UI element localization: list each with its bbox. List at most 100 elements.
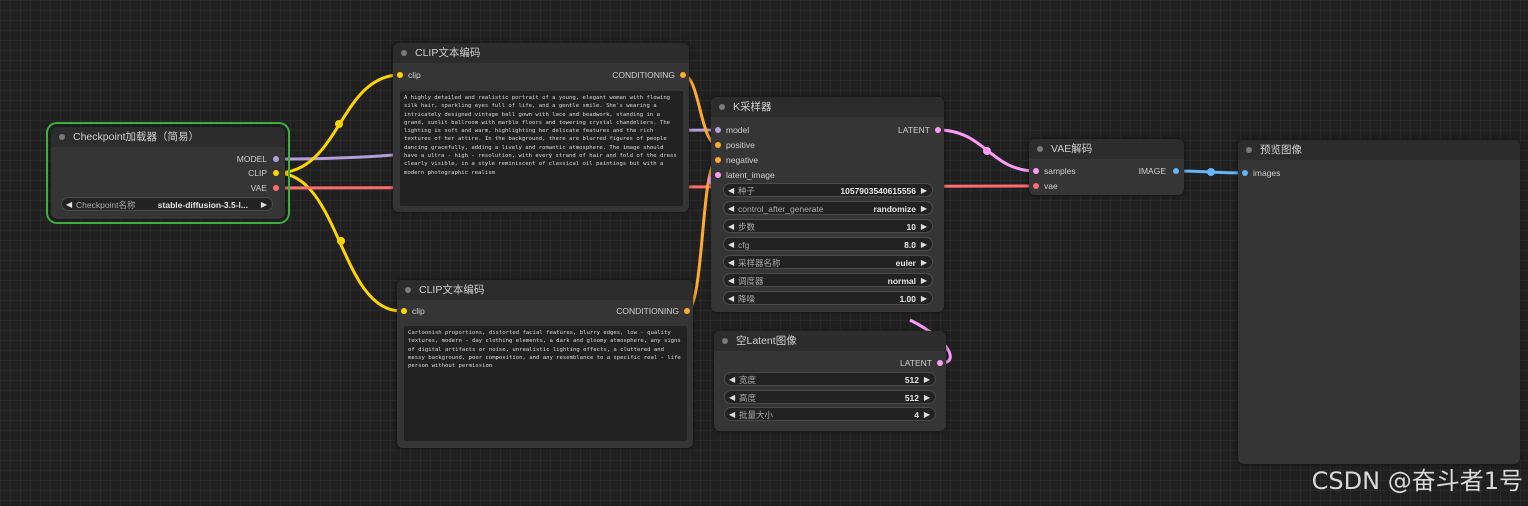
widget-label: 降噪: [738, 294, 756, 304]
prompt-textarea[interactable]: A highly detailed and realistic portrait…: [400, 91, 683, 206]
input-socket-model[interactable]: [715, 127, 721, 133]
arrow-left-icon[interactable]: ◀: [728, 184, 734, 198]
collapse-dot-icon[interactable]: [405, 287, 411, 293]
collapse-dot-icon[interactable]: [401, 50, 407, 56]
widget-label: 批量大小: [739, 410, 774, 420]
collapse-dot-icon[interactable]: [1037, 146, 1043, 152]
checkpoint-loader-node[interactable]: Checkpoint加载器（简易） MODEL CLIP VAE ◀ Check…: [46, 122, 290, 224]
node-title-bar[interactable]: CLIP文本编码: [393, 43, 689, 63]
arrow-left-icon[interactable]: ◀: [728, 238, 734, 252]
arrow-right-icon[interactable]: ▶: [924, 408, 930, 422]
batch-size-widget[interactable]: ◀ 批量大小 4 ▶: [724, 407, 936, 421]
arrow-left-icon[interactable]: ◀: [728, 274, 734, 288]
arrow-right-icon[interactable]: ▶: [921, 274, 927, 288]
preview-image-node[interactable]: 预览图像 images: [1238, 140, 1520, 464]
input-socket-positive[interactable]: [715, 142, 721, 148]
link-midpoint[interactable]: [1207, 168, 1215, 176]
arrow-left-icon[interactable]: ◀: [729, 391, 735, 405]
arrow-right-icon[interactable]: ▶: [921, 238, 927, 252]
prompt-textarea[interactable]: Cartoonish proportions, distorted facial…: [404, 326, 687, 441]
input-socket-vae[interactable]: [1033, 183, 1039, 189]
denoise-widget[interactable]: ◀ 降噪 1.00 ▶: [723, 291, 933, 305]
input-socket-images[interactable]: [1242, 170, 1248, 176]
widget-value: 512: [904, 375, 919, 385]
arrow-left-icon[interactable]: ◀: [729, 373, 735, 387]
output-label-vae: VAE: [250, 183, 267, 193]
scheduler-widget[interactable]: ◀ 调度器 normal ▶: [723, 273, 933, 287]
input-socket-clip[interactable]: [401, 308, 407, 314]
widget-label: 种子: [738, 186, 756, 196]
link-midpoint[interactable]: [337, 237, 345, 245]
arrow-left-icon[interactable]: ◀: [728, 256, 734, 270]
input-label-model: model: [726, 125, 750, 135]
checkpoint-name-combo[interactable]: ◀ Checkpoint名称 stable-diffusion-3.5-l...…: [61, 197, 273, 211]
arrow-right-icon[interactable]: ▶: [921, 292, 927, 306]
widget-value: 1057903540615556: [840, 186, 916, 196]
widget-value: stable-diffusion-3.5-l...: [157, 200, 248, 210]
widget-value: normal: [887, 276, 916, 286]
collapse-dot-icon[interactable]: [719, 104, 725, 110]
cfg-widget[interactable]: ◀ cfg 8.0 ▶: [723, 237, 933, 251]
output-socket-image[interactable]: [1173, 168, 1179, 174]
clip-text-encode-negative-node[interactable]: CLIP文本编码 clip CONDITIONING Cartoonish pr…: [397, 280, 693, 448]
arrow-left-icon[interactable]: ◀: [728, 220, 734, 234]
node-title: 预览图像: [1260, 144, 1302, 156]
input-label-vae: vae: [1044, 181, 1058, 191]
widget-label: control_after_generate: [738, 204, 824, 214]
output-socket-conditioning[interactable]: [684, 308, 690, 314]
input-label-images: images: [1253, 168, 1281, 178]
arrow-left-icon[interactable]: ◀: [729, 408, 735, 422]
collapse-dot-icon[interactable]: [59, 134, 65, 140]
arrow-right-icon[interactable]: ▶: [921, 220, 927, 234]
input-socket-negative[interactable]: [715, 157, 721, 163]
output-socket-vae[interactable]: [273, 185, 279, 191]
node-title: 空Latent图像: [736, 335, 797, 347]
node-title-bar[interactable]: Checkpoint加载器（简易）: [51, 127, 285, 147]
arrow-right-icon[interactable]: ▶: [924, 373, 930, 387]
seed-widget[interactable]: ◀ 种子 1057903540615556 ▶: [723, 183, 933, 197]
link-midpoint[interactable]: [335, 120, 343, 128]
node-title-bar[interactable]: VAE解码: [1029, 139, 1184, 159]
widget-value: 1.00: [899, 294, 916, 304]
link-midpoint[interactable]: [983, 147, 991, 155]
empty-latent-image-node[interactable]: 空Latent图像 LATENT ◀ 宽度 512 ▶ ◀ 高度 512 ▶ ◀…: [714, 331, 946, 431]
sampler-name-widget[interactable]: ◀ 采样器名称 euler ▶: [723, 255, 933, 269]
width-widget[interactable]: ◀ 宽度 512 ▶: [724, 372, 936, 386]
widget-label: Checkpoint名称: [76, 200, 136, 210]
widget-label: 步数: [738, 222, 756, 232]
control-after-generate-widget[interactable]: ◀ control_after_generate randomize ▶: [723, 201, 933, 215]
arrow-right-icon[interactable]: ▶: [261, 198, 267, 212]
output-label-conditioning: CONDITIONING: [616, 306, 679, 316]
input-socket-samples[interactable]: [1033, 168, 1039, 174]
arrow-right-icon[interactable]: ▶: [921, 184, 927, 198]
output-socket-clip[interactable]: [273, 170, 279, 176]
arrow-right-icon[interactable]: ▶: [924, 391, 930, 405]
input-label-clip: clip: [412, 306, 425, 316]
steps-widget[interactable]: ◀ 步数 10 ▶: [723, 219, 933, 233]
clip-text-encode-positive-node[interactable]: CLIP文本编码 clip CONDITIONING A highly deta…: [393, 43, 689, 212]
height-widget[interactable]: ◀ 高度 512 ▶: [724, 390, 936, 404]
input-socket-latent-image[interactable]: [715, 172, 721, 178]
output-socket-conditioning[interactable]: [680, 72, 686, 78]
node-title-bar[interactable]: 预览图像: [1238, 140, 1520, 160]
input-label-samples: samples: [1044, 166, 1076, 176]
node-title-bar[interactable]: CLIP文本编码: [397, 280, 693, 300]
arrow-left-icon[interactable]: ◀: [728, 292, 734, 306]
arrow-right-icon[interactable]: ▶: [921, 202, 927, 216]
watermark: CSDN @奋斗者1号: [1311, 467, 1523, 495]
collapse-dot-icon[interactable]: [722, 338, 728, 344]
vae-decode-node[interactable]: VAE解码 samples vae IMAGE: [1029, 139, 1184, 195]
input-socket-clip[interactable]: [397, 72, 403, 78]
output-socket-model[interactable]: [273, 156, 279, 162]
node-title-bar[interactable]: 空Latent图像: [714, 331, 946, 351]
ksampler-node[interactable]: K采样器 model positive negative latent_imag…: [711, 97, 944, 312]
output-socket-latent[interactable]: [935, 127, 941, 133]
arrow-left-icon[interactable]: ◀: [66, 198, 72, 212]
output-socket-latent[interactable]: [937, 360, 943, 366]
widget-value: 8.0: [904, 240, 916, 250]
arrow-right-icon[interactable]: ▶: [921, 256, 927, 270]
node-title-bar[interactable]: K采样器: [711, 97, 944, 117]
node-title: CLIP文本编码: [419, 284, 485, 296]
collapse-dot-icon[interactable]: [1246, 147, 1252, 153]
arrow-left-icon[interactable]: ◀: [728, 202, 734, 216]
